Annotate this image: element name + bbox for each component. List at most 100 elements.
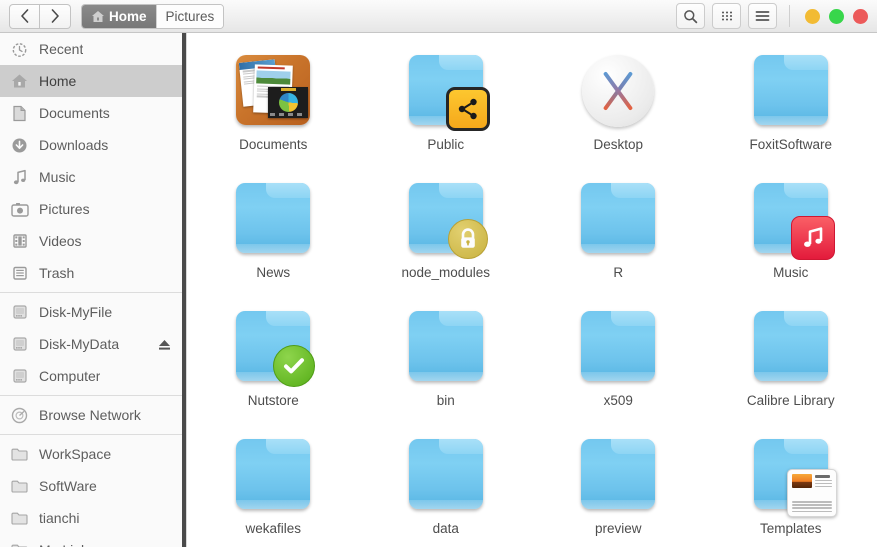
folder-icon <box>581 183 656 253</box>
home-icon <box>10 72 29 91</box>
sidebar-item-label: WorkSpace <box>39 446 112 462</box>
folder-icon <box>753 55 828 125</box>
sidebar-item-label: Disk-MyData <box>39 336 120 352</box>
file-icon[interactable] <box>574 303 662 391</box>
sidebar-item-disk-myfile[interactable]: Disk-MyFile <box>0 296 186 328</box>
file-item-label: News <box>256 265 291 280</box>
file-item-label: preview <box>594 521 642 536</box>
sidebar-separator <box>0 434 186 435</box>
sidebar-item-browse-network[interactable]: Browse Network <box>0 399 186 431</box>
file-grid-item[interactable]: Documents <box>187 43 360 171</box>
file-grid-item[interactable]: Desktop <box>532 43 705 171</box>
sidebar-scrollbar[interactable] <box>182 33 186 547</box>
folder-icon <box>10 541 29 547</box>
music-badge-icon <box>790 216 835 260</box>
back-button[interactable] <box>9 3 40 29</box>
toolbar: Home Pictures <box>0 0 877 33</box>
file-icon[interactable] <box>574 47 662 135</box>
sidebar-item-computer[interactable]: Computer <box>0 360 186 392</box>
folder-icon <box>236 439 311 509</box>
file-item-label: Templates <box>759 521 822 536</box>
file-grid-item[interactable]: wekafiles <box>187 427 360 547</box>
film-icon <box>10 232 29 251</box>
drive-icon <box>10 303 29 322</box>
sidebar-item-label: Computer <box>39 368 101 384</box>
file-item-label: FoxitSoftware <box>749 137 833 152</box>
sidebar-item-label: SoftWare <box>39 478 97 494</box>
folder-icon <box>408 311 483 381</box>
file-manager-window: Home Pictures Recent Home Documents Down… <box>0 0 877 547</box>
share-badge-icon <box>445 87 490 131</box>
file-icon[interactable] <box>402 175 490 263</box>
file-icon[interactable] <box>574 175 662 263</box>
sidebar-list: Recent Home Documents Downloads Music Picture… <box>0 33 186 547</box>
folder-icon <box>10 509 29 528</box>
file-icon[interactable] <box>747 303 835 391</box>
sidebar-item-disk-mydata[interactable]: Disk-MyData <box>0 328 186 360</box>
file-icon[interactable] <box>747 431 837 519</box>
sidebar-item-trash[interactable]: Trash <box>0 257 186 289</box>
file-grid-item[interactable]: node_modules <box>360 171 533 299</box>
sidebar-item-label: Documents <box>39 105 110 121</box>
sidebar-item-label: My-Link <box>39 542 88 547</box>
file-grid-item[interactable]: Music <box>705 171 877 299</box>
file-grid-item[interactable]: data <box>360 427 533 547</box>
file-grid: Documents Public Desktop FoxitSoftware News n… <box>187 43 877 547</box>
sidebar-item-workspace[interactable]: WorkSpace <box>0 438 186 470</box>
folder-icon <box>408 439 483 509</box>
file-grid-item[interactable]: preview <box>532 427 705 547</box>
documents-stack-icon <box>236 55 311 125</box>
file-item-label: R <box>613 265 624 280</box>
search-button[interactable] <box>676 3 705 29</box>
file-grid-item[interactable]: Calibre Library <box>705 299 877 427</box>
sidebar-item-label: Trash <box>39 265 75 281</box>
forward-button[interactable] <box>40 3 71 29</box>
file-icon[interactable] <box>747 47 835 135</box>
file-item-label: wekafiles <box>245 521 302 536</box>
file-icon[interactable] <box>229 431 317 519</box>
sidebar-item-videos[interactable]: Videos <box>0 225 186 257</box>
sidebar-item-recent[interactable]: Recent <box>0 33 186 65</box>
file-icon[interactable] <box>229 47 317 135</box>
file-grid-item[interactable]: Templates <box>705 427 877 547</box>
file-icon[interactable] <box>229 175 317 263</box>
sidebar-item-documents[interactable]: Documents <box>0 97 186 129</box>
sidebar-item-pictures[interactable]: Pictures <box>0 193 186 225</box>
sidebar-item-label: Disk-MyFile <box>39 304 113 320</box>
sidebar-item-home[interactable]: Home <box>0 65 186 97</box>
sidebar-separator <box>0 395 186 396</box>
file-icon[interactable] <box>402 303 490 391</box>
tab-pictures[interactable]: Pictures <box>155 4 224 28</box>
sidebar-item-my-link[interactable]: My-Link <box>0 534 186 547</box>
file-grid-item[interactable]: R <box>532 171 705 299</box>
tab-home[interactable]: Home <box>82 4 156 28</box>
maximize-button[interactable] <box>829 8 844 24</box>
file-grid-item[interactable]: FoxitSoftware <box>705 43 877 171</box>
thumbnail-image <box>791 474 812 488</box>
file-icon[interactable] <box>229 303 317 391</box>
sidebar-item-tianchi[interactable]: tianchi <box>0 502 186 534</box>
file-icon[interactable] <box>574 431 662 519</box>
file-grid-item[interactable]: bin <box>360 299 533 427</box>
chevron-right-icon <box>51 9 59 23</box>
tab-bar: Home Pictures <box>81 3 225 29</box>
osx-disk-icon <box>582 55 655 127</box>
view-options-button[interactable] <box>712 3 741 29</box>
menu-button[interactable] <box>748 3 777 29</box>
file-icon[interactable] <box>402 431 490 519</box>
sidebar-item-software[interactable]: SoftWare <box>0 470 186 502</box>
file-grid-item[interactable]: x509 <box>532 299 705 427</box>
thumbnail-body-lines <box>791 501 832 512</box>
sidebar-item-downloads[interactable]: Downloads <box>0 129 186 161</box>
file-item-label: node_modules <box>401 265 491 280</box>
file-icon[interactable] <box>747 175 835 263</box>
sidebar-item-music[interactable]: Music <box>0 161 186 193</box>
minimize-button[interactable] <box>805 8 820 24</box>
file-grid-item[interactable]: Nutstore <box>187 299 360 427</box>
close-button[interactable] <box>853 8 868 24</box>
eject-button[interactable] <box>157 338 172 351</box>
file-icon[interactable] <box>402 47 490 135</box>
file-item-label: bin <box>436 393 455 408</box>
file-grid-item[interactable]: Public <box>360 43 533 171</box>
file-grid-item[interactable]: News <box>187 171 360 299</box>
